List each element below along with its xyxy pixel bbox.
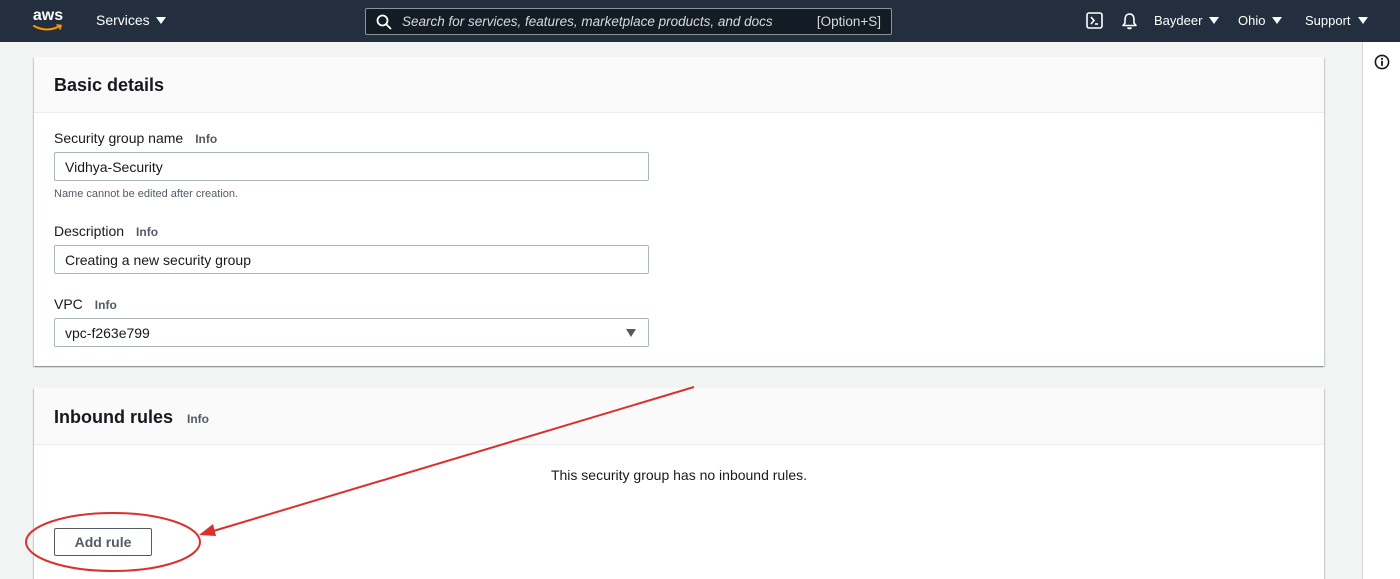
search-box[interactable]: [Option+S] — [365, 8, 892, 35]
vpc-select[interactable]: vpc-f263e799 — [54, 318, 649, 347]
security-group-name-hint: Name cannot be edited after creation. — [54, 188, 239, 200]
aws-logo-text: aws — [32, 7, 64, 24]
description-info-link[interactable]: Info — [136, 225, 158, 239]
chevron-down-icon — [1272, 17, 1283, 24]
help-panel-rail — [1362, 42, 1400, 579]
region-menu[interactable]: Ohio — [1238, 13, 1283, 28]
services-label: Services — [96, 12, 150, 28]
chevron-down-icon — [1357, 17, 1368, 24]
services-menu[interactable]: Services — [96, 12, 166, 28]
security-group-name-info-link[interactable]: Info — [195, 132, 217, 146]
account-label: Baydeer — [1154, 13, 1203, 28]
info-circle-icon[interactable] — [1374, 54, 1390, 70]
bell-icon[interactable] — [1121, 12, 1138, 30]
security-group-name-label-text: Security group name — [54, 130, 184, 146]
top-navigation-bar: aws Services [Option+S] Baydeer Ohio Sup — [0, 0, 1400, 42]
cloudshell-icon[interactable] — [1086, 12, 1103, 29]
description-label: Description Info — [54, 223, 158, 239]
vpc-info-link[interactable]: Info — [95, 298, 117, 312]
basic-details-panel: Basic details Security group name Info N… — [34, 57, 1324, 366]
inbound-rules-panel: Inbound rules Info This security group h… — [34, 388, 1324, 579]
description-input[interactable] — [54, 245, 649, 274]
inbound-rules-empty-message: This security group has no inbound rules… — [550, 467, 808, 483]
vpc-label-text: VPC — [54, 296, 83, 312]
support-label: Support — [1305, 13, 1351, 28]
vpc-label: VPC Info — [54, 296, 117, 312]
region-label: Ohio — [1238, 13, 1266, 28]
basic-details-header: Basic details — [34, 57, 1324, 113]
add-rule-button[interactable]: Add rule — [54, 528, 152, 556]
security-group-name-input[interactable] — [54, 152, 649, 181]
vpc-select-value: vpc-f263e799 — [65, 325, 150, 341]
search-shortcut-hint: [Option+S] — [816, 14, 881, 29]
security-group-name-label: Security group name Info — [54, 130, 217, 146]
description-label-text: Description — [54, 223, 125, 239]
inbound-rules-title-group: Inbound rules Info — [54, 407, 209, 428]
aws-logo[interactable]: aws — [28, 8, 68, 34]
account-menu[interactable]: Baydeer — [1154, 13, 1220, 28]
search-icon — [376, 14, 392, 29]
chevron-down-icon — [1209, 17, 1220, 24]
caret-down-icon — [626, 329, 636, 337]
inbound-rules-info-link[interactable]: Info — [187, 412, 209, 426]
aws-smile-icon — [33, 24, 63, 31]
support-menu[interactable]: Support — [1305, 13, 1368, 28]
basic-details-title: Basic details — [54, 75, 165, 95]
chevron-down-icon — [155, 16, 166, 24]
inbound-rules-title: Inbound rules — [54, 407, 173, 427]
inbound-rules-header: Inbound rules Info — [34, 388, 1324, 445]
search-input[interactable] — [402, 14, 802, 29]
